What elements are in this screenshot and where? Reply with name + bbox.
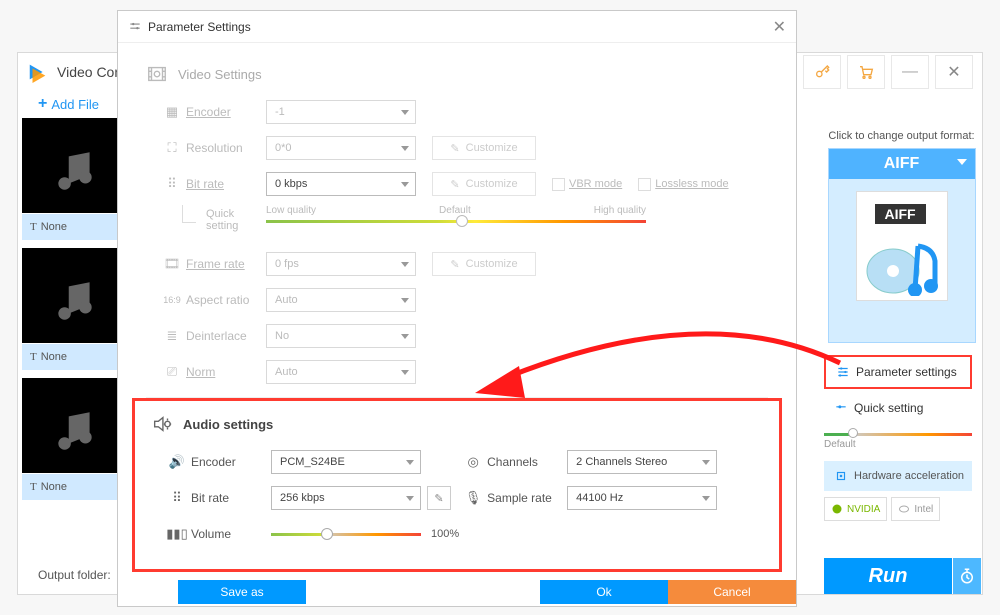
format-card[interactable]: AIFF AIFF bbox=[828, 148, 976, 343]
minimize-button[interactable]: — bbox=[891, 55, 929, 89]
video-encoder-row: ▦ Encoder -1 bbox=[118, 97, 796, 127]
parameter-settings-dialog: Parameter Settings ✕ Video Settings ▦ En… bbox=[117, 10, 797, 607]
deinterlace-row: ≣ Deinterlace No bbox=[118, 321, 796, 351]
main-close-button[interactable]: ✕ bbox=[935, 55, 973, 89]
thumb-format-label[interactable]: TNone bbox=[22, 344, 122, 370]
video-resolution-row: ⛶ Resolution 0*0 ✎Customize bbox=[118, 133, 796, 163]
video-bitrate-select[interactable]: 0 kbps bbox=[266, 172, 416, 196]
intel-badge[interactable]: Intel bbox=[891, 497, 940, 521]
quick-setting-slider[interactable]: Default bbox=[824, 427, 972, 447]
audio-volume-row: ▮▮▯ Volume 100% bbox=[135, 519, 459, 549]
volume-icon: ▮▮▯ bbox=[163, 526, 191, 542]
nvidia-badge[interactable]: NVIDIA bbox=[824, 497, 887, 521]
save-as-button[interactable]: Save as bbox=[178, 580, 306, 604]
bitrate-customize-button[interactable]: ✎Customize bbox=[432, 172, 536, 196]
run-button[interactable]: Run bbox=[824, 558, 952, 594]
output-format-panel: Click to change output format: AIFF AIFF… bbox=[824, 130, 979, 521]
schedule-button[interactable] bbox=[953, 558, 981, 594]
media-thumb[interactable] bbox=[22, 118, 122, 213]
chip-icon bbox=[834, 469, 848, 483]
framerate-row: 🎞 Frame rate 0 fps ✎Customize bbox=[118, 249, 796, 279]
audio-settings-highlight: Audio settings 🔊 Encoder PCM_S24BE ⠿ Bit… bbox=[132, 398, 782, 572]
media-thumb[interactable] bbox=[22, 248, 122, 343]
norm-icon: ⎚ bbox=[158, 364, 186, 380]
volume-slider[interactable] bbox=[271, 533, 421, 536]
aspect-icon: 16:9 bbox=[158, 295, 186, 305]
deinterlace-icon: ≣ bbox=[158, 328, 186, 344]
audio-encoder-select[interactable]: PCM_S24BE bbox=[271, 450, 421, 474]
audio-bitrate-icon: ⠿ bbox=[163, 490, 191, 506]
audio-bitrate-row: ⠿ Bit rate 256 kbps ✎ bbox=[135, 483, 459, 513]
framerate-customize-button[interactable]: ✎Customize bbox=[432, 252, 536, 276]
sliders-icon bbox=[834, 401, 848, 415]
samplerate-select[interactable]: 44100 Hz bbox=[567, 486, 717, 510]
parameter-settings-link[interactable]: Parameter settings bbox=[824, 355, 972, 389]
resolution-customize-button[interactable]: ✎Customize bbox=[432, 136, 536, 160]
chevron-down-icon bbox=[957, 159, 967, 165]
speaker-gear-icon bbox=[151, 413, 173, 435]
channels-row: ◎ Channels 2 Channels Stereo bbox=[459, 447, 779, 477]
media-thumb[interactable] bbox=[22, 378, 122, 473]
plus-icon: + bbox=[38, 95, 47, 113]
quick-setting-link[interactable]: Quick setting bbox=[824, 401, 979, 415]
channels-icon: ◎ bbox=[459, 454, 487, 470]
format-file-icon: AIFF bbox=[856, 191, 948, 301]
framerate-select[interactable]: 0 fps bbox=[266, 252, 416, 276]
channels-select[interactable]: 2 Channels Stereo bbox=[567, 450, 717, 474]
hardware-accel-toggle[interactable]: Hardware acceleration bbox=[824, 461, 972, 491]
video-resolution-select[interactable]: 0*0 bbox=[266, 136, 416, 160]
format-panel-title: Click to change output format: bbox=[824, 130, 979, 142]
samplerate-icon: 🎙 bbox=[459, 490, 487, 506]
audio-bitrate-edit-button[interactable]: ✎ bbox=[427, 486, 451, 510]
cancel-button[interactable]: Cancel bbox=[668, 580, 796, 604]
aspect-row: 16:9 Aspect ratio Auto bbox=[118, 285, 796, 315]
ok-button[interactable]: Ok bbox=[540, 580, 668, 604]
format-name[interactable]: AIFF bbox=[829, 149, 975, 179]
sliders-icon bbox=[836, 365, 850, 379]
video-encoder-select[interactable]: -1 bbox=[266, 100, 416, 124]
deinterlace-select[interactable]: No bbox=[266, 324, 416, 348]
video-quick-setting-row: Quick setting Low qualityDefaultHigh qua… bbox=[182, 205, 796, 235]
audio-encoder-row: 🔊 Encoder PCM_S24BE bbox=[135, 447, 459, 477]
audio-bitrate-select[interactable]: 256 kbps bbox=[271, 486, 421, 510]
dialog-close-button[interactable]: ✕ bbox=[773, 17, 786, 37]
video-settings-header: Video Settings bbox=[118, 43, 796, 97]
sliders-icon bbox=[128, 20, 142, 34]
film-icon bbox=[146, 63, 168, 85]
audio-settings-header: Audio settings bbox=[135, 401, 779, 447]
dialog-title: Parameter Settings bbox=[148, 20, 251, 34]
output-folder-label: Output folder: bbox=[38, 568, 111, 582]
dialog-titlebar[interactable]: Parameter Settings ✕ bbox=[118, 11, 796, 43]
thumb-format-label[interactable]: TNone bbox=[22, 214, 122, 240]
lossless-checkbox[interactable]: Lossless mode bbox=[638, 178, 728, 191]
add-file-button[interactable]: + Add File bbox=[38, 95, 99, 113]
bitrate-icon: ⠿ bbox=[158, 176, 186, 192]
resolution-icon: ⛶ bbox=[158, 140, 186, 156]
video-bitrate-row: ⠿ Bit rate 0 kbps ✎Customize VBR mode Lo… bbox=[118, 169, 796, 199]
app-logo-icon bbox=[27, 61, 49, 83]
norm-row: ⎚ Norm Auto bbox=[118, 357, 796, 387]
samplerate-row: 🎙 Sample rate 44100 Hz bbox=[459, 483, 779, 513]
audio-encoder-icon: 🔊 bbox=[163, 454, 191, 470]
thumb-format-label[interactable]: TNone bbox=[22, 474, 122, 500]
aspect-select[interactable]: Auto bbox=[266, 288, 416, 312]
encoder-icon: ▦ bbox=[158, 104, 186, 120]
license-key-button[interactable] bbox=[803, 55, 841, 89]
dialog-footer: Save as Ok Cancel bbox=[118, 580, 796, 604]
framerate-icon: 🎞 bbox=[158, 256, 186, 272]
cart-button[interactable] bbox=[847, 55, 885, 89]
video-quality-slider[interactable]: Low qualityDefaultHigh quality bbox=[266, 205, 646, 235]
vbr-checkbox[interactable]: VBR mode bbox=[552, 178, 622, 191]
norm-select[interactable]: Auto bbox=[266, 360, 416, 384]
